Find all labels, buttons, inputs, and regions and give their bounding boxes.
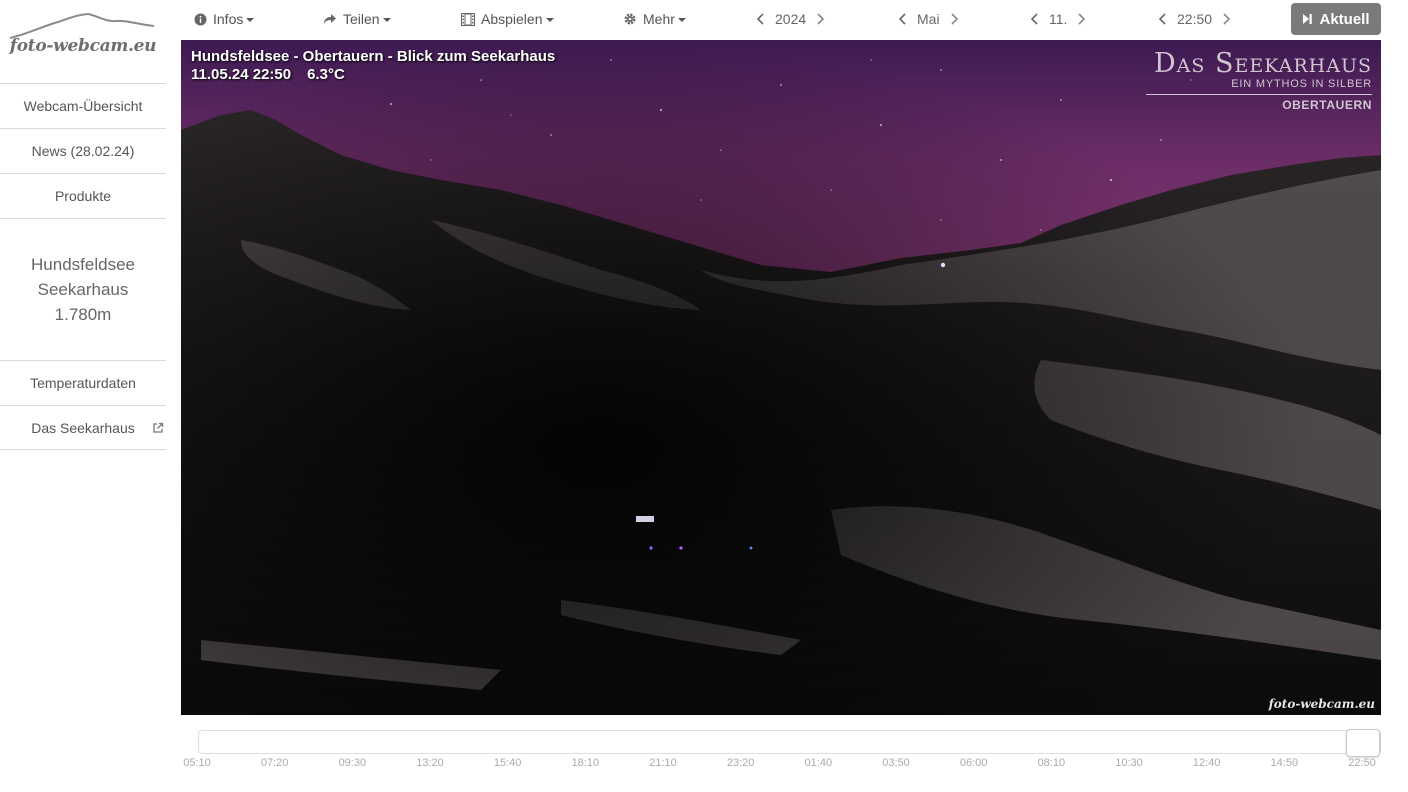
more-label: Mehr: [643, 11, 675, 27]
nav-news[interactable]: News (28.02.24): [0, 128, 166, 173]
nav-label: News (28.02.24): [31, 143, 135, 159]
timeline-tick: 08:10: [1037, 757, 1066, 769]
timeline-tick: 22:50: [1348, 757, 1376, 769]
infos-label: Infos: [213, 11, 244, 27]
month-next-button[interactable]: [944, 0, 966, 38]
chevron-right-icon: [1078, 13, 1086, 25]
nav-products[interactable]: Produkte: [0, 173, 166, 218]
caret-down-icon: [382, 18, 391, 22]
chevron-right-icon: [1223, 13, 1231, 25]
timeline-tick: 01:40: [804, 757, 833, 769]
year-prev-button[interactable]: [749, 0, 771, 38]
skip-forward-icon: [1302, 13, 1313, 25]
chevron-left-icon: [898, 13, 906, 25]
brand-main-text: Das Seekarhaus: [1154, 48, 1372, 79]
chevron-right-icon: [817, 13, 825, 25]
timeline-tick: 06:00: [959, 757, 988, 769]
time-prev-button[interactable]: [1151, 0, 1173, 38]
timeline-tick: 09:30: [338, 757, 367, 769]
external-link-icon: [153, 422, 164, 433]
timeline-tick: 15:40: [493, 757, 522, 769]
share-label: Teilen: [343, 11, 380, 27]
nav-label: Produkte: [54, 188, 112, 204]
timeline-tick: 23:20: [726, 757, 755, 769]
info-circle-icon: [194, 13, 207, 26]
webcam-datetime: 11.05.24 22:50: [191, 66, 292, 83]
webcam-scene: [181, 40, 1381, 715]
chevron-left-icon: [1158, 13, 1166, 25]
logo-text: foto-webcam.eu: [9, 36, 157, 56]
time-stepper: 22:50: [1151, 0, 1238, 38]
infos-menu-button[interactable]: Infos: [194, 0, 255, 38]
timeline-tick: 14:50: [1270, 757, 1299, 769]
nav-temperature-data[interactable]: Temperaturdaten: [0, 360, 166, 405]
timeline-tick: 03:50: [882, 757, 910, 769]
location-altitude: 1.780m: [54, 305, 112, 324]
timeline-tick: 18:10: [571, 757, 600, 769]
timeline-tick: 10:30: [1115, 757, 1143, 769]
caret-down-icon: [677, 18, 686, 22]
share-menu-button[interactable]: Teilen: [323, 0, 391, 38]
sidebar-nav: Webcam-Übersicht News (28.02.24) Produkt…: [0, 83, 166, 450]
nav-label: Temperaturdaten: [30, 375, 136, 391]
more-menu-button[interactable]: Mehr: [623, 0, 686, 38]
timeline-slider[interactable]: [198, 729, 1381, 757]
current-image-button[interactable]: Aktuell: [1291, 3, 1381, 35]
brand-location: OBERTAUERN: [1282, 98, 1372, 112]
timeline-tick: 07:20: [260, 757, 289, 769]
webcam-location-info: Hundsfeldsee Seekarhaus 1.780m: [0, 218, 166, 360]
day-prev-button[interactable]: [1023, 0, 1045, 38]
day-value: 11.: [1049, 11, 1068, 27]
timeline-tick: 12:40: [1192, 757, 1221, 769]
year-stepper: 2024: [749, 0, 832, 38]
timeline-tick: 21:10: [649, 757, 677, 769]
webcam-meta: 11.05.24 22:50 6.3°C: [191, 66, 361, 84]
day-stepper: 11.: [1023, 0, 1093, 38]
day-next-button[interactable]: [1071, 0, 1093, 38]
site-logo[interactable]: foto-webcam.eu: [0, 0, 166, 83]
year-next-button[interactable]: [810, 0, 832, 38]
webcam-image[interactable]: Hundsfeldsee - Obertauern - Blick zum Se…: [181, 40, 1381, 715]
nav-webcam-overview[interactable]: Webcam-Übersicht: [0, 83, 166, 128]
watermark: foto-webcam.eu: [1268, 697, 1375, 711]
time-value: 22:50: [1177, 11, 1213, 27]
nav-seekarhaus-link[interactable]: Das Seekarhaus: [0, 405, 166, 450]
timeline-tick: 05:10: [183, 757, 211, 769]
gear-icon: [623, 12, 637, 26]
share-icon: [323, 13, 337, 25]
chevron-left-icon: [756, 13, 764, 25]
seekarhaus-brand-logo: Das Seekarhaus EIN MYTHOS IN SILBER OBER…: [1146, 50, 1372, 112]
timeline-ticks: 05:10 07:20 09:30 13:20 15:40 18:10 21:10 23:20…: [181, 757, 1381, 771]
brand-divider: [1146, 94, 1372, 95]
chevron-left-icon: [1030, 13, 1038, 25]
webcam-temperature: 6.3°C: [307, 66, 345, 83]
month-value: Mai: [917, 11, 940, 27]
film-icon: [461, 12, 475, 26]
timeline-tick: 13:20: [416, 757, 444, 769]
brand-tagline: EIN MYTHOS IN SILBER: [1231, 78, 1372, 90]
play-menu-button[interactable]: Abspielen: [461, 0, 554, 38]
year-value: 2024: [775, 11, 807, 27]
nav-label: Das Seekarhaus: [31, 419, 135, 436]
nav-label: Webcam-Übersicht: [23, 98, 143, 114]
month-prev-button[interactable]: [891, 0, 913, 38]
location-name: Hundsfeldsee: [31, 255, 135, 274]
play-label: Abspielen: [481, 11, 543, 27]
chevron-right-icon: [950, 13, 958, 25]
caret-down-icon: [246, 18, 255, 22]
time-next-button[interactable]: [1216, 0, 1238, 38]
webcam-title: Hundsfeldsee - Obertauern - Blick zum Se…: [191, 48, 556, 65]
location-place: Seekarhaus: [37, 280, 129, 299]
current-label: Aktuell: [1319, 10, 1370, 28]
caret-down-icon: [545, 18, 554, 22]
toolbar: Infos Teilen Abspielen Mehr 2024 Mai 11.…: [181, 0, 1381, 38]
timeline-handle[interactable]: [1346, 729, 1380, 757]
sidebar: foto-webcam.eu Webcam-Übersicht News (28…: [0, 0, 166, 792]
month-stepper: Mai: [891, 0, 966, 38]
